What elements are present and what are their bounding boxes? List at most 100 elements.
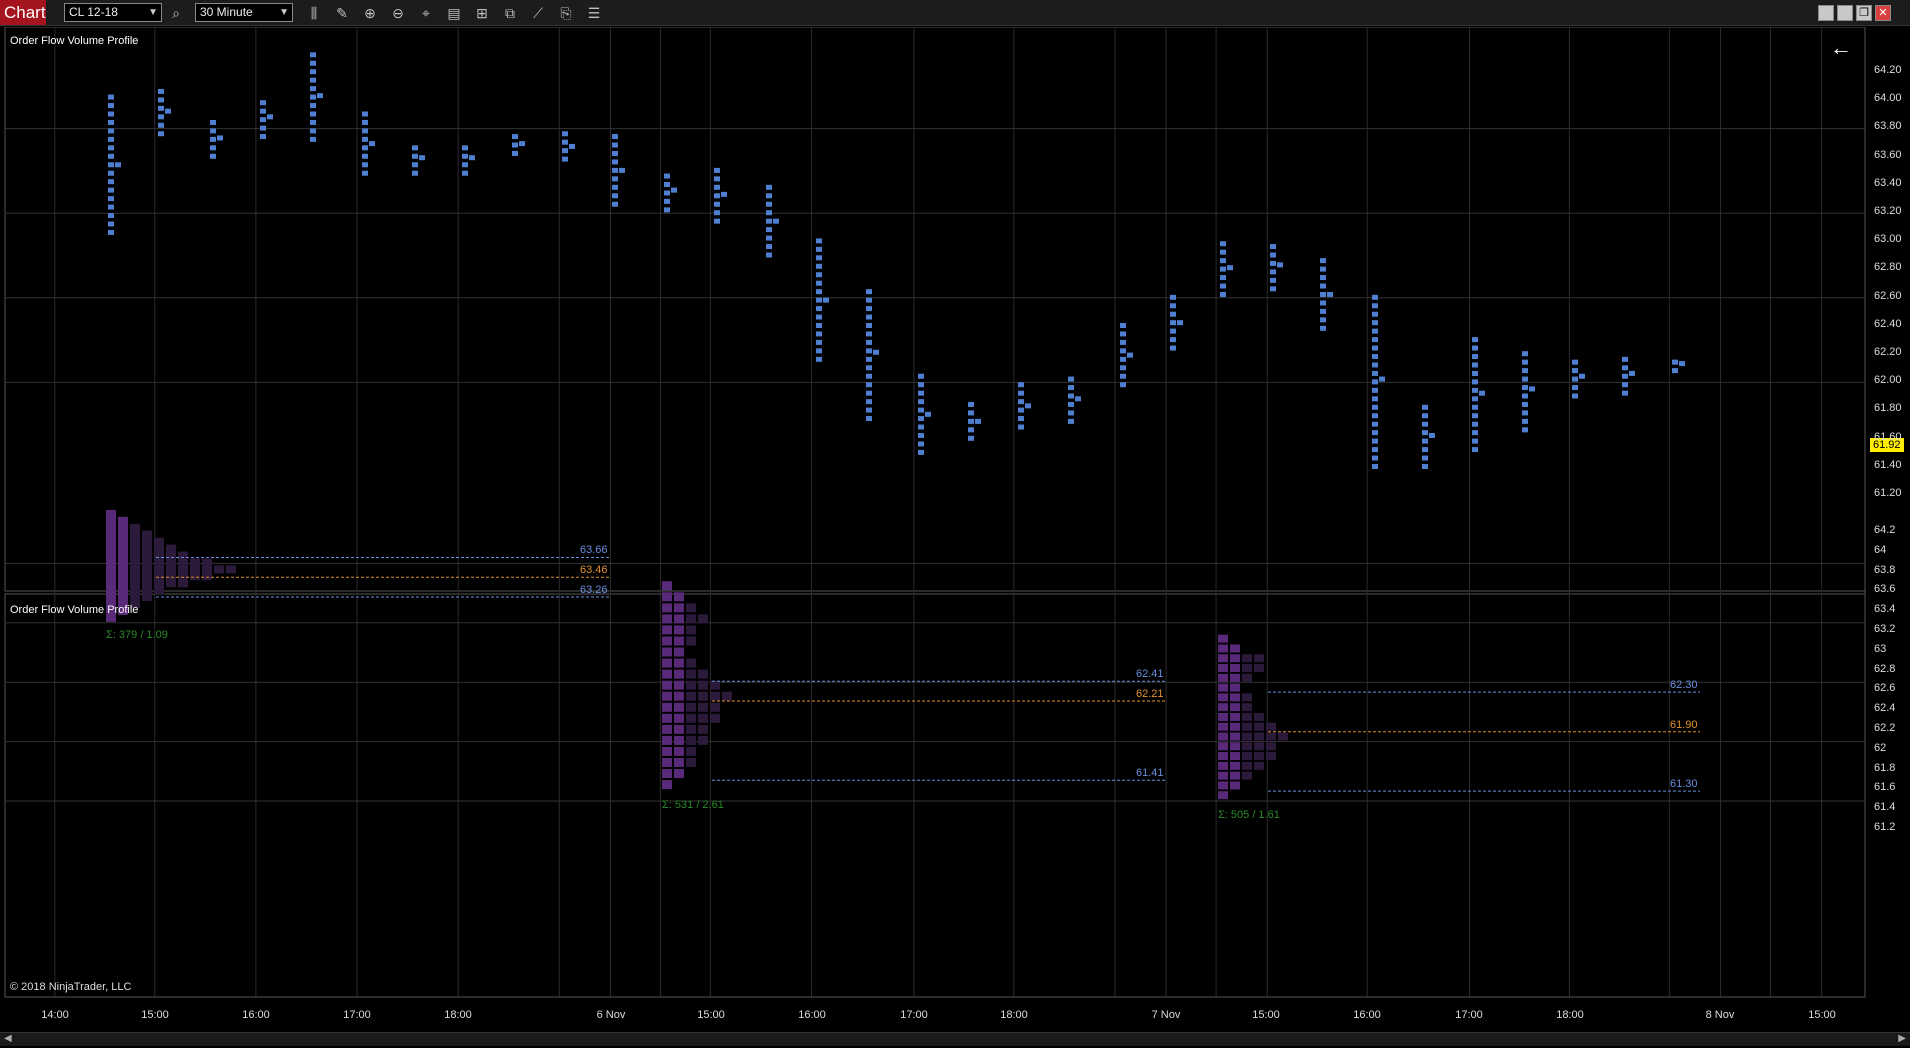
tpo-block <box>816 289 822 295</box>
list-icon[interactable]: ☰ <box>585 4 603 22</box>
drawing-objects-icon[interactable]: ⎘ <box>557 4 575 22</box>
profile-cell <box>1254 732 1264 741</box>
price-tick-label: 63.4 <box>1874 603 1896 616</box>
zoom-out-icon[interactable]: ⊖ <box>389 4 407 22</box>
strategies-icon[interactable]: ⧉ <box>501 4 519 22</box>
tpo-block <box>612 134 618 140</box>
instrument-selector[interactable]: CL 12-18 ▼ <box>64 3 162 22</box>
profile-cell <box>710 680 720 690</box>
tpo-block <box>1372 337 1378 343</box>
instrument-value: CL 12-18 <box>69 5 118 19</box>
tpo-block <box>664 198 670 204</box>
tpo-block <box>1220 291 1226 297</box>
price-tick-label: 63.00 <box>1874 233 1902 246</box>
chart-workspace[interactable]: Order Flow Volume Profile Order Flow Vol… <box>0 27 1910 1048</box>
indicators-icon[interactable]: ⟋ <box>529 4 547 22</box>
profile-cell <box>686 735 696 745</box>
tpo-block <box>1018 399 1024 405</box>
profile-cell <box>1242 742 1252 751</box>
close-icon[interactable]: ✕ <box>1875 5 1891 21</box>
tpo-block <box>1018 407 1024 413</box>
tpo-block <box>1270 252 1276 258</box>
tpo-block <box>1522 427 1528 433</box>
profile-cell <box>166 544 176 553</box>
session-vah-label: 63.66 <box>580 544 608 557</box>
tpo-block <box>918 441 924 447</box>
time-tick-label: 16:00 <box>242 1009 270 1021</box>
tpo-block <box>362 136 368 142</box>
profile-cell <box>722 691 732 701</box>
time-tick-label: 18:00 <box>1556 1009 1584 1021</box>
tpo-block <box>1068 418 1074 424</box>
profile-cell <box>178 565 188 574</box>
profile-cell <box>674 713 684 723</box>
profile-cell <box>1218 693 1228 702</box>
profile-cell <box>106 551 116 560</box>
crosshair-icon[interactable]: ⌖ <box>417 4 435 22</box>
profile-cell <box>1242 664 1252 673</box>
profile-cell <box>1242 752 1252 761</box>
tpo-block <box>1220 249 1226 255</box>
profile-cell <box>686 614 696 624</box>
tpo-block <box>766 201 772 207</box>
time-tick-label: 15:00 <box>1252 1009 1280 1021</box>
tpo-block <box>612 201 618 207</box>
profile-cell <box>190 558 200 567</box>
tpo-block <box>412 145 418 151</box>
profile-cell <box>674 724 684 734</box>
profile-cell <box>698 735 708 745</box>
tpo-block <box>1472 413 1478 419</box>
tpo-block <box>816 314 822 320</box>
tpo-block <box>1522 418 1528 424</box>
search-icon[interactable]: ⌕ <box>167 4 185 22</box>
profile-cell <box>106 516 116 525</box>
tpo-block <box>866 339 872 345</box>
tpo-block <box>866 407 872 413</box>
time-tick-label: 18:00 <box>1000 1009 1028 1021</box>
tpo-block <box>664 207 670 213</box>
tpo-block <box>1529 386 1535 392</box>
tpo-block <box>310 119 316 125</box>
back-arrow-icon[interactable]: ← <box>1830 35 1852 61</box>
minimize-icon[interactable] <box>1837 5 1853 21</box>
tpo-block <box>310 103 316 109</box>
price-tick-label: 63.6 <box>1874 583 1896 596</box>
tpo-block <box>310 86 316 92</box>
upper-panel-frame <box>4 27 1866 592</box>
zoom-in-icon[interactable]: ⊕ <box>361 4 379 22</box>
profile-cell <box>130 530 140 539</box>
tpo-block <box>1372 362 1378 368</box>
tpo-block <box>158 97 164 103</box>
chart-canvas[interactable] <box>0 27 1910 1032</box>
profile-cell <box>118 579 128 588</box>
profile-cell <box>1218 771 1228 780</box>
tpo-block <box>612 193 618 199</box>
tile-icon[interactable] <box>1818 5 1834 21</box>
tpo-block <box>1672 368 1678 374</box>
pencil-icon[interactable]: ✎ <box>333 4 351 22</box>
tpo-block <box>766 235 772 241</box>
restore-icon[interactable]: ❐ <box>1856 5 1872 21</box>
tpo-block <box>1120 323 1126 328</box>
interval-selector[interactable]: 30 Minute ▼ <box>195 3 293 22</box>
properties-icon[interactable]: ⊞ <box>473 4 491 22</box>
chevron-down-icon: ▼ <box>148 7 158 18</box>
tpo-block <box>158 131 164 137</box>
price-tick-label: 63.2 <box>1874 623 1896 635</box>
profile-cell <box>662 757 672 768</box>
chart-tab[interactable]: Chart <box>0 0 46 25</box>
tpo-block <box>816 255 822 261</box>
tpo-block <box>1572 359 1578 365</box>
profile-cell <box>1254 742 1264 751</box>
bar-type-icon[interactable]: ⫼ <box>305 4 323 22</box>
profile-cell <box>1230 644 1240 653</box>
profile-cell <box>662 603 672 613</box>
scroll-left-icon[interactable]: ◀ <box>4 1033 12 1044</box>
profile-cell <box>686 680 696 690</box>
tpo-block <box>866 323 872 328</box>
scroll-right-icon[interactable]: ▶ <box>1898 1033 1906 1044</box>
tpo-block <box>664 182 670 187</box>
profile-cell <box>130 558 140 567</box>
data-box-icon[interactable]: ▤ <box>445 4 463 22</box>
horizontal-scrollbar[interactable]: ◀ ▶ <box>0 1032 1910 1046</box>
